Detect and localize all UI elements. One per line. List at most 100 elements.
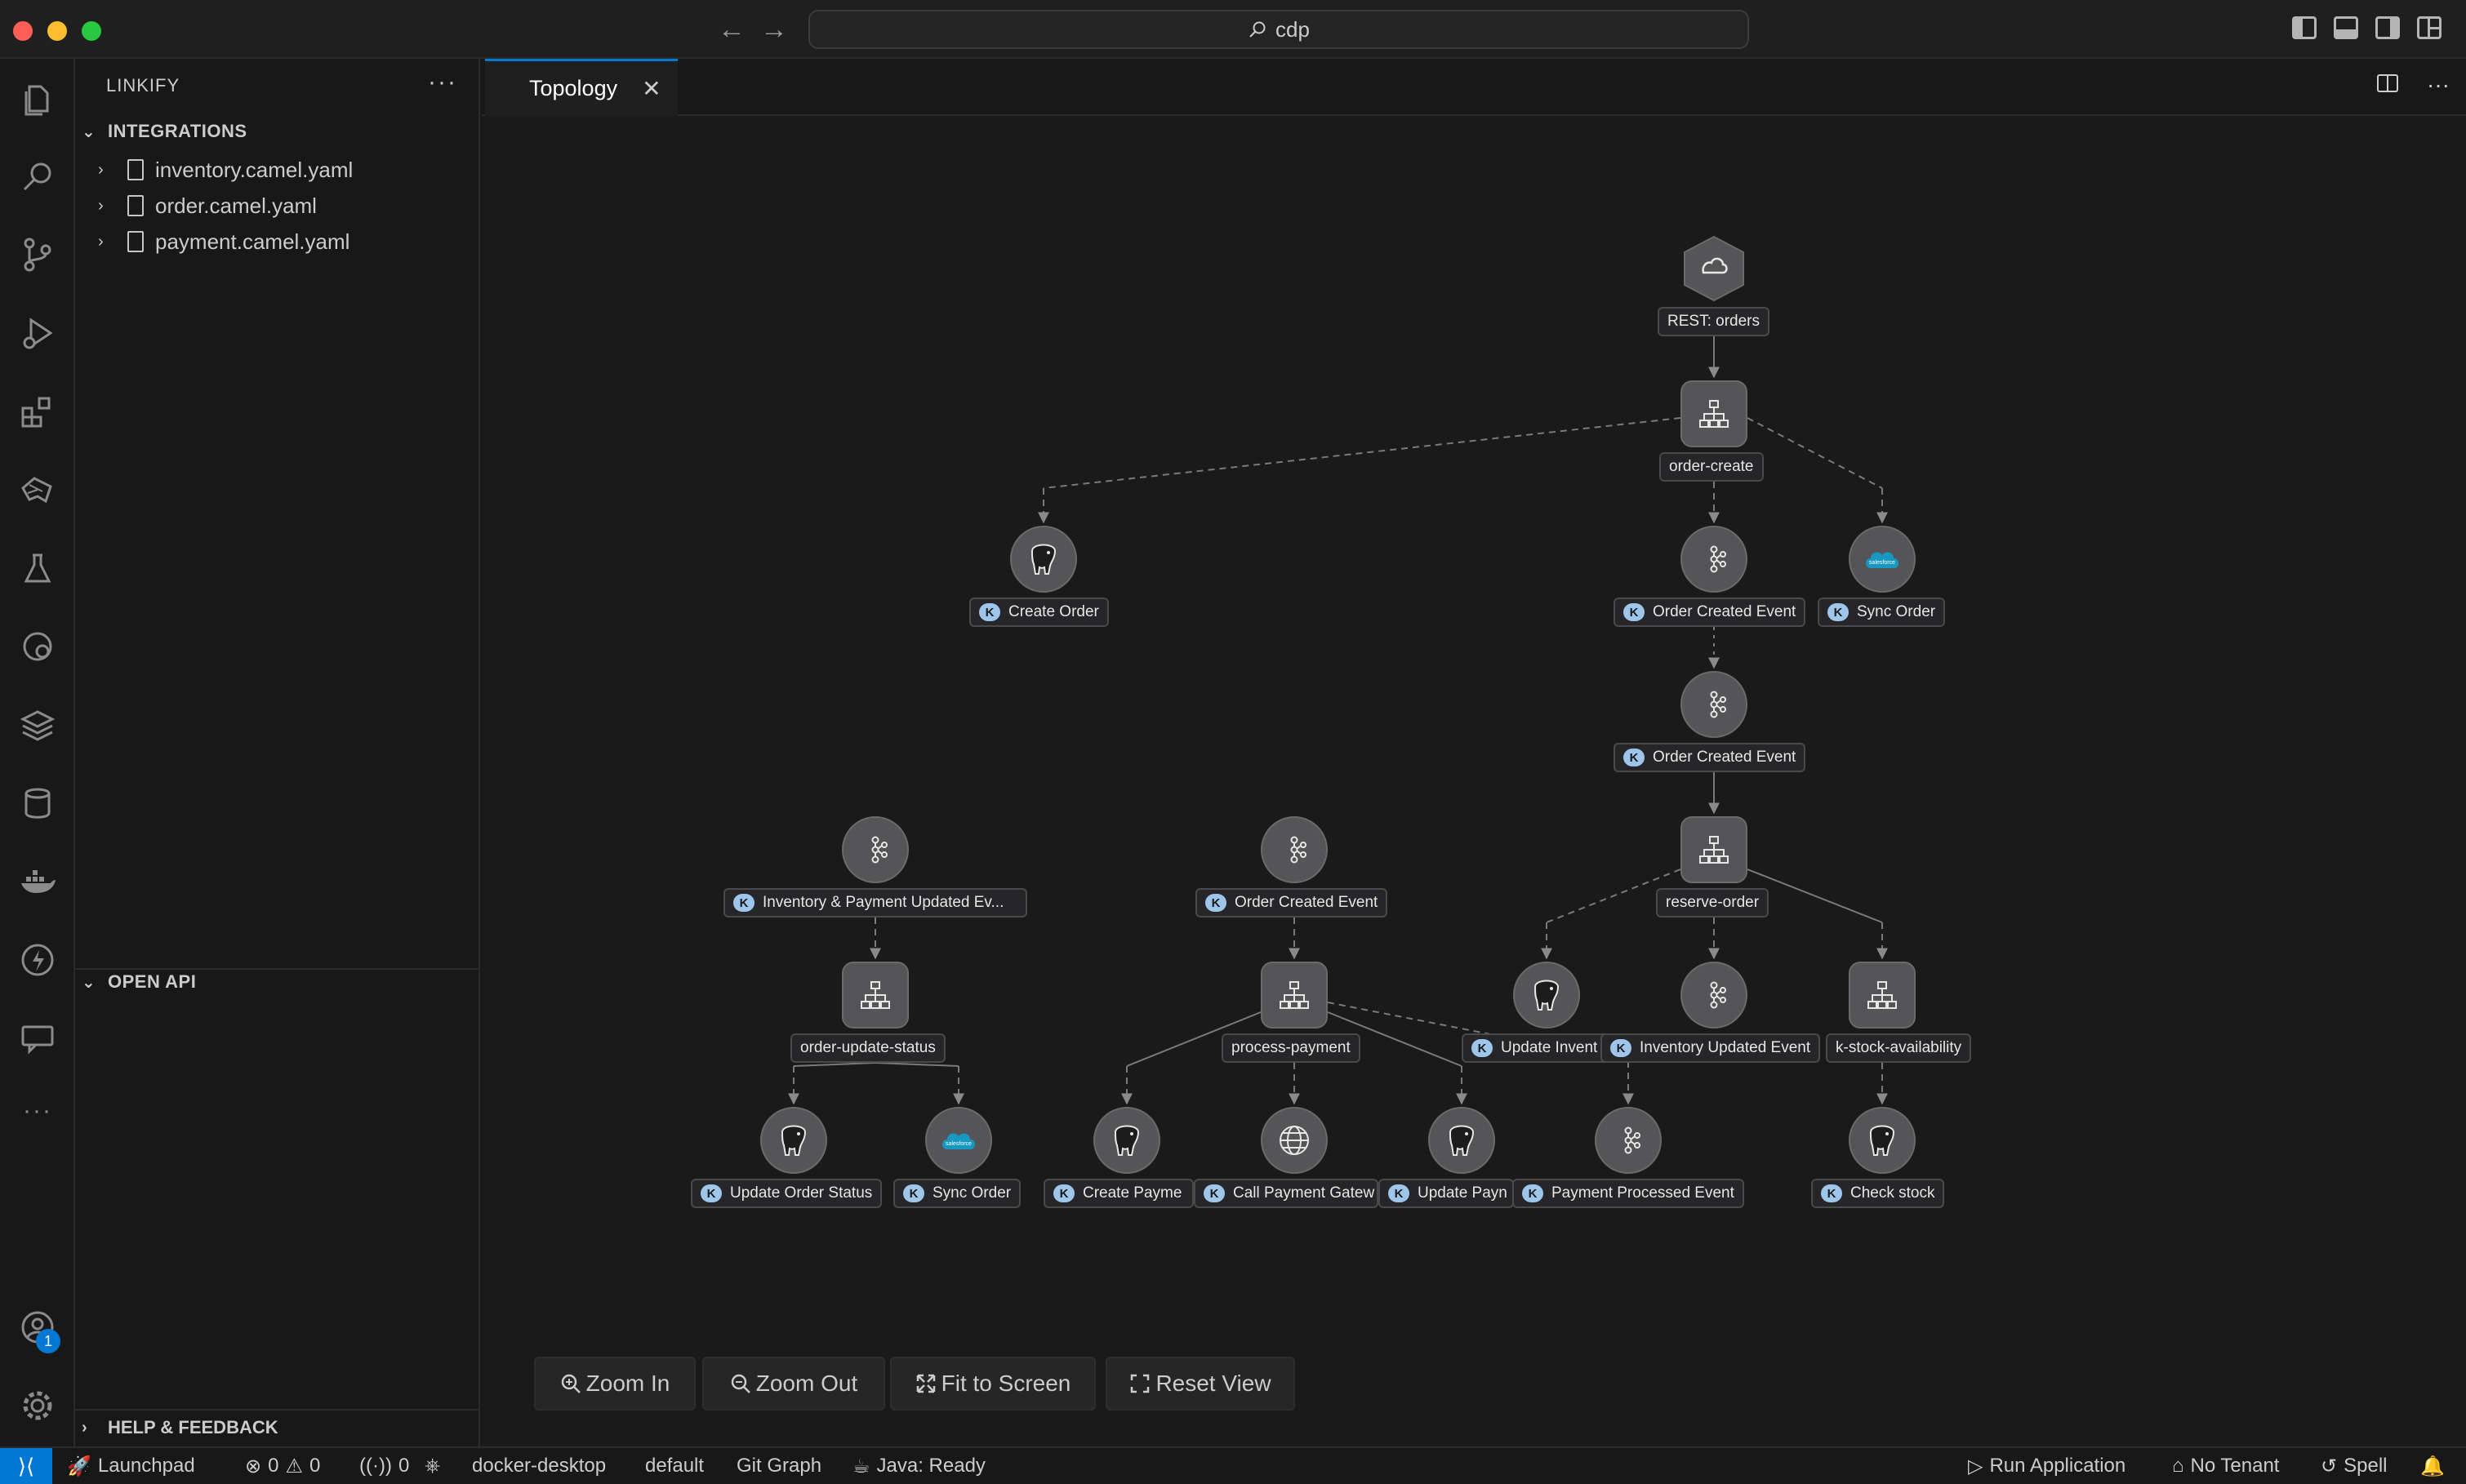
layers-icon[interactable]	[18, 705, 57, 744]
minimize-window-button[interactable]	[47, 21, 67, 41]
help-header-label: HELP & FEEDBACK	[108, 1417, 278, 1437]
status-run-label: Run Application	[1989, 1455, 2126, 1477]
tree-item-inventory[interactable]: › inventory.camel.yaml	[98, 152, 353, 188]
kamelet-badge-icon: K	[1204, 1184, 1225, 1202]
kamelet-badge-icon: K	[733, 894, 754, 912]
customize-layout-icon[interactable]	[2417, 16, 2442, 39]
openapi-section-header[interactable]: ⌄ OPEN API	[82, 971, 196, 993]
node-label-with-badge: K Update Invent	[1462, 1033, 1609, 1063]
database-icon[interactable]	[18, 784, 57, 823]
notifications-bell-icon[interactable]: 🔔	[2420, 1448, 2445, 1484]
docker-icon[interactable]	[18, 862, 57, 901]
kamelet-badge-icon: K	[1827, 603, 1849, 621]
kamelet-badge-icon: K	[701, 1184, 722, 1202]
label-text: Inventory Updated Event	[1640, 1039, 1811, 1056]
editor-tab-bar: Topology ✕ ···	[482, 59, 2466, 116]
editor-more-actions-icon[interactable]: ···	[2427, 72, 2450, 98]
file-label: inventory.camel.yaml	[155, 157, 354, 182]
explorer-icon[interactable]	[18, 78, 57, 118]
node-label: process-payment	[1222, 1033, 1360, 1063]
more-views-icon[interactable]: ···	[18, 1097, 57, 1136]
kamelet-badge-icon: K	[1053, 1184, 1075, 1202]
chevron-right-icon: ›	[98, 232, 104, 251]
file-label: payment.camel.yaml	[155, 229, 350, 254]
toggle-secondary-sidebar-icon[interactable]	[2375, 16, 2400, 39]
search-icon[interactable]	[18, 157, 57, 196]
source-control-icon[interactable]	[18, 235, 57, 274]
split-editor-icon[interactable]	[2376, 72, 2399, 95]
reset-view-button[interactable]: Reset View	[1106, 1357, 1295, 1411]
remote-explorer-icon[interactable]	[18, 627, 57, 666]
zoom-out-icon	[731, 1374, 750, 1393]
fit-to-screen-button[interactable]: Fit to Screen	[890, 1357, 1096, 1411]
status-java[interactable]: ☕ Java: Ready	[852, 1448, 986, 1484]
status-warnings-count: 0	[309, 1455, 321, 1477]
camel-icon[interactable]	[18, 470, 57, 509]
status-launchpad[interactable]: 🚀 Launchpad	[67, 1448, 195, 1484]
node-label-with-badge: K Update Order Status	[691, 1179, 883, 1208]
topology-canvas[interactable]	[482, 116, 2466, 1446]
sidebar-title: LINKIFY	[106, 75, 180, 96]
tab-topology[interactable]: Topology ✕	[485, 59, 678, 116]
tab-label: Topology	[529, 76, 618, 100]
kubernetes-icon: ⎈	[425, 1455, 441, 1477]
node-label-with-badge: K Update Payn	[1378, 1179, 1514, 1208]
status-run-application[interactable]: ▷ Run Application	[1968, 1448, 2125, 1484]
close-icon[interactable]: ✕	[642, 75, 661, 102]
search-icon	[1249, 21, 1266, 38]
status-launchpad-label: Launchpad	[97, 1455, 195, 1477]
testing-icon[interactable]	[18, 549, 57, 588]
status-git-graph[interactable]: Git Graph	[737, 1448, 821, 1484]
sidebar-more-actions-icon[interactable]: ···	[428, 69, 457, 96]
label-text: Check stock	[1850, 1184, 1935, 1202]
lightning-icon[interactable]	[18, 940, 57, 980]
node-label-with-badge: K Sync Order	[893, 1179, 1022, 1208]
label-text: Update Order Status	[730, 1184, 873, 1202]
close-window-button[interactable]	[13, 21, 33, 41]
activity-bar: ··· 1	[0, 59, 75, 1446]
label-text: Inventory & Payment Updated Ev...	[763, 894, 1004, 911]
zoom-in-button[interactable]: Zoom In	[534, 1357, 696, 1411]
file-icon	[127, 195, 144, 216]
label-text: Order Created Event	[1653, 603, 1796, 620]
forward-arrow-icon[interactable]: →	[758, 11, 790, 47]
label-text: Update Payn	[1418, 1184, 1507, 1202]
toggle-primary-sidebar-icon[interactable]	[2292, 16, 2317, 39]
status-tenant[interactable]: ⌂ No Tenant	[2172, 1448, 2279, 1484]
tree-item-payment[interactable]: › payment.camel.yaml	[98, 224, 349, 260]
chevron-right-icon: ›	[82, 1418, 87, 1437]
remote-indicator-icon[interactable]: ⟩⟨	[0, 1448, 52, 1484]
zoom-out-button[interactable]: Zoom Out	[702, 1357, 885, 1411]
chat-icon[interactable]	[18, 1019, 57, 1058]
label-text: Call Payment Gatew	[1233, 1184, 1375, 1202]
tree-item-order[interactable]: › order.camel.yaml	[98, 188, 317, 224]
label-text: Sync Order	[933, 1184, 1012, 1202]
help-feedback-section-header[interactable]: › HELP & FEEDBACK	[82, 1417, 278, 1438]
status-spell[interactable]: ↺ Spell	[2321, 1448, 2387, 1484]
command-center-search[interactable]: cdp	[808, 10, 1749, 49]
accounts-badge: 1	[36, 1329, 60, 1353]
command-center-text: cdp	[1275, 16, 1310, 42]
kamelet-badge-icon: K	[979, 603, 1000, 621]
status-namespace[interactable]: default	[645, 1448, 704, 1484]
coffee-icon: ☕	[852, 1455, 870, 1477]
toggle-panel-icon[interactable]	[2334, 16, 2358, 39]
maximize-window-button[interactable]	[82, 21, 101, 41]
node-label-with-badge: K Create Payme	[1044, 1179, 1194, 1208]
run-debug-icon[interactable]	[18, 313, 57, 353]
rocket-icon: 🚀	[67, 1455, 91, 1477]
status-ports[interactable]: ((·)) 0	[359, 1448, 409, 1484]
status-kubernetes[interactable]: ⎈	[425, 1448, 440, 1484]
node-label-with-badge: K Create Order	[969, 598, 1109, 627]
back-arrow-icon[interactable]: ←	[715, 11, 748, 47]
node-label-with-badge: K Order Created Event	[1614, 743, 1806, 772]
status-context[interactable]: docker-desktop	[472, 1448, 606, 1484]
integrations-section-header[interactable]: ⌄ INTEGRATIONS	[82, 121, 247, 142]
settings-gear-icon[interactable]	[18, 1386, 57, 1425]
extensions-icon[interactable]	[18, 392, 57, 431]
node-label-with-badge: K Payment Processed Event	[1512, 1179, 1744, 1208]
status-problems[interactable]: ⊗ 0 ⚠ 0	[245, 1448, 320, 1484]
status-java-label: Java: Ready	[876, 1455, 986, 1477]
file-label: order.camel.yaml	[155, 193, 317, 218]
status-errors-count: 0	[268, 1455, 279, 1477]
